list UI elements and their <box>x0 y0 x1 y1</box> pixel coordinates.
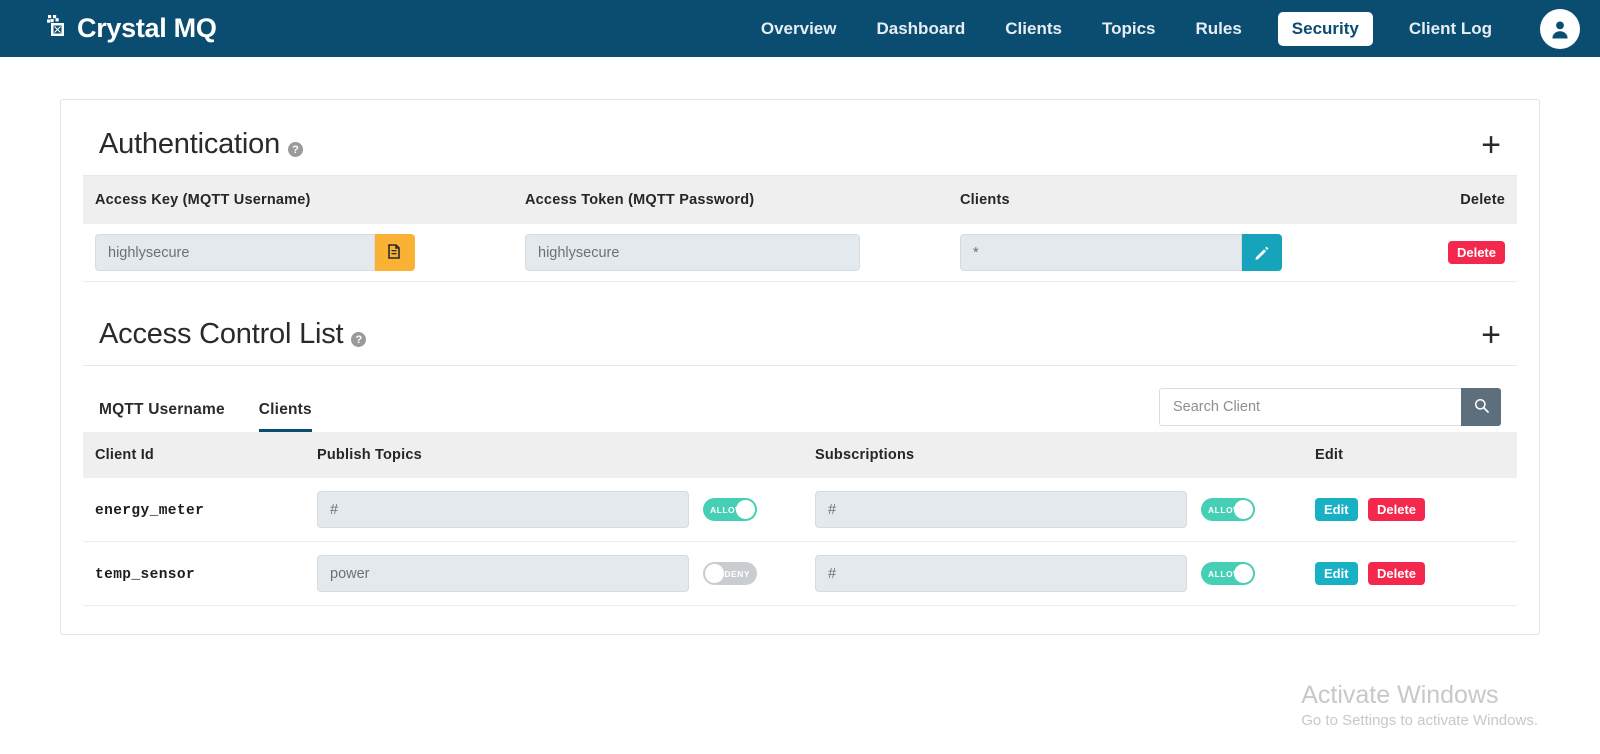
access-token-input[interactable]: highlysecure <box>525 234 860 271</box>
cell-delete: Delete <box>1348 224 1517 282</box>
search-icon <box>1474 398 1489 416</box>
table-row: highlysecure highlysecure * Delete <box>83 224 1517 282</box>
edit-acl-button[interactable]: Edit <box>1315 498 1358 521</box>
client-id-value: energy_meter <box>95 502 205 519</box>
add-authentication-button[interactable]: + <box>1481 128 1501 162</box>
table-row: temp_sensor power DENY # ALLOW Edit Dele… <box>83 541 1517 606</box>
brand-logo[interactable]: Crystal MQ <box>45 13 217 44</box>
client-id-value: temp_sensor <box>95 566 196 583</box>
security-card: Authentication ? + Access Key (MQTT User… <box>60 99 1540 635</box>
authentication-table: Access Key (MQTT Username) Access Token … <box>83 176 1517 282</box>
publish-permission-toggle[interactable]: ALLOW <box>703 498 757 521</box>
publish-topic-input[interactable]: power <box>317 555 689 592</box>
watermark-title: Activate Windows <box>1301 681 1499 709</box>
column-clients: Clients <box>960 192 1010 208</box>
subscription-permission-toggle[interactable]: ALLOW <box>1201 562 1255 585</box>
acl-table: Client Id Publish Topics Subscriptions E… <box>83 432 1517 606</box>
windows-activation-watermark: Activate Windows Go to Settings to activ… <box>1301 680 1538 732</box>
acl-section-header: Access Control List ? + <box>83 282 1517 366</box>
search-input[interactable] <box>1159 388 1461 426</box>
cell-publish-topics: power DENY <box>305 541 803 606</box>
column-edit: Edit <box>1315 447 1344 463</box>
column-client-id: Client Id <box>95 447 154 463</box>
acl-table-head: Client Id Publish Topics Subscriptions E… <box>83 432 1517 478</box>
authentication-title: Authentication <box>99 128 280 160</box>
publish-topic-input[interactable]: # <box>317 491 689 528</box>
table-row: energy_meter # ALLOW # ALLOW Edit Delete <box>83 478 1517 542</box>
cell-actions: Edit Delete <box>1303 541 1517 606</box>
authentication-header-row: Access Key (MQTT Username) Access Token … <box>83 176 1517 224</box>
toggle-knob <box>736 500 755 519</box>
brand-name: Crystal MQ <box>77 13 217 43</box>
authentication-table-head: Access Key (MQTT Username) Access Token … <box>83 176 1517 224</box>
tab-mqtt-username[interactable]: MQTT Username <box>99 401 225 432</box>
publish-permission-label: DENY <box>724 568 750 579</box>
copy-icon[interactable] <box>375 234 415 271</box>
cell-access-key: highlysecure <box>83 224 513 282</box>
column-access-token: Access Token (MQTT Password) <box>525 192 755 208</box>
acl-title: Access Control List <box>99 318 344 350</box>
tab-clients[interactable]: Clients <box>258 401 312 432</box>
cell-client-id: temp_sensor <box>83 541 305 606</box>
delete-acl-button[interactable]: Delete <box>1368 562 1426 585</box>
crystal-mq-logo-icon <box>45 14 73 44</box>
toggle-knob <box>1234 564 1253 583</box>
column-subscriptions: Subscriptions <box>815 447 915 463</box>
clients-group: * <box>960 234 1282 271</box>
subscription-field: # ALLOW <box>815 491 1255 528</box>
acl-table-body: energy_meter # ALLOW # ALLOW Edit Delete… <box>83 478 1517 606</box>
acl-tabs: MQTT Username Clients <box>99 401 312 432</box>
help-circle-icon[interactable]: ? <box>288 142 303 157</box>
subscription-permission-toggle[interactable]: ALLOW <box>1201 498 1255 521</box>
add-acl-button[interactable]: + <box>1481 318 1501 352</box>
authentication-section-header: Authentication ? + <box>83 100 1517 176</box>
delete-auth-button[interactable]: Delete <box>1447 241 1505 264</box>
watermark-subtitle: Go to Settings to activate Windows. <box>1301 712 1538 729</box>
publish-topic-field: power DENY <box>317 555 757 592</box>
publish-topic-field: # ALLOW <box>317 491 757 528</box>
column-publish-topics: Publish Topics <box>317 447 422 463</box>
subscription-field: # ALLOW <box>815 555 1255 592</box>
acl-header-row: Client Id Publish Topics Subscriptions E… <box>83 432 1517 478</box>
toggle-knob <box>1234 500 1253 519</box>
page-body: Authentication ? + Access Key (MQTT User… <box>0 57 1600 635</box>
access-key-input[interactable]: highlysecure <box>95 234 375 271</box>
toggle-knob <box>705 564 724 583</box>
nav-item-dashboard[interactable]: Dashboard <box>872 13 969 45</box>
cell-publish-topics: # ALLOW <box>305 478 803 542</box>
cell-subscriptions: # ALLOW <box>803 541 1303 606</box>
column-access-key: Access Key (MQTT Username) <box>95 192 311 208</box>
help-circle-icon[interactable]: ? <box>351 332 367 347</box>
clients-input[interactable]: * <box>960 234 1242 271</box>
nav-item-topics[interactable]: Topics <box>1098 13 1160 45</box>
edit-acl-button[interactable]: Edit <box>1315 562 1358 585</box>
cell-subscriptions: # ALLOW <box>803 478 1303 542</box>
subscription-input[interactable]: # <box>815 555 1187 592</box>
nav-item-rules[interactable]: Rules <box>1192 13 1246 45</box>
top-navbar: Crystal MQ Overview Dashboard Clients To… <box>0 0 1600 57</box>
subscription-input[interactable]: # <box>815 491 1187 528</box>
cell-client-id: energy_meter <box>83 478 305 542</box>
pencil-icon[interactable] <box>1242 234 1282 271</box>
user-avatar-icon[interactable] <box>1540 8 1580 49</box>
nav-item-clients[interactable]: Clients <box>1001 13 1066 45</box>
acl-toolbar: MQTT Username Clients <box>83 366 1517 432</box>
cell-access-token: highlysecure <box>513 224 948 282</box>
access-key-group: highlysecure <box>95 234 415 271</box>
cell-clients: * <box>948 224 1348 282</box>
cell-actions: Edit Delete <box>1303 478 1517 542</box>
column-delete: Delete <box>1460 192 1505 208</box>
delete-acl-button[interactable]: Delete <box>1368 498 1426 521</box>
search-client-group <box>1159 388 1501 426</box>
nav-item-security[interactable]: Security <box>1277 11 1373 46</box>
search-button[interactable] <box>1461 388 1501 426</box>
nav-item-client-log[interactable]: Client Log <box>1405 13 1496 45</box>
authentication-table-body: highlysecure highlysecure * Delete <box>83 224 1517 282</box>
nav-item-overview[interactable]: Overview <box>757 13 841 45</box>
publish-permission-toggle[interactable]: DENY <box>703 562 757 585</box>
nav-links: Overview Dashboard Clients Topics Rules … <box>757 8 1580 49</box>
